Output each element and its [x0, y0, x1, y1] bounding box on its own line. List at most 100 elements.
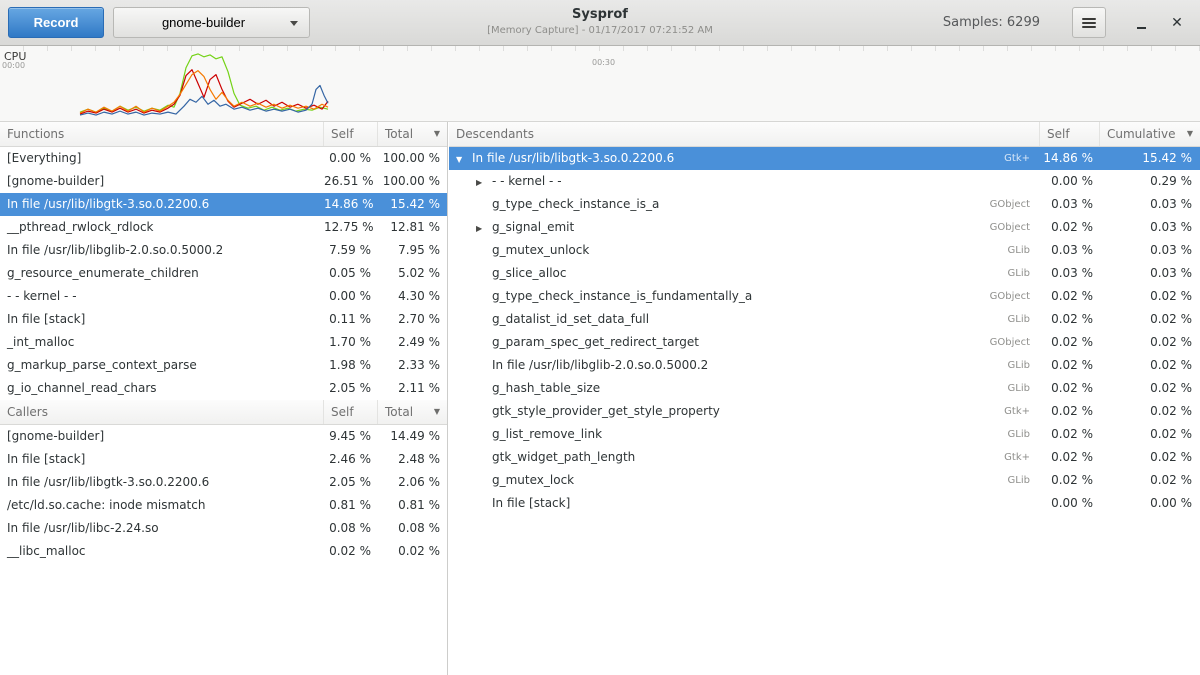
cell-self-percent: 12.75 %: [324, 216, 378, 239]
close-button[interactable]: ✕: [1166, 12, 1188, 34]
functions-row[interactable]: - - kernel - -0.00 %4.30 %: [0, 285, 447, 308]
descendant-name-label: - - kernel - -: [492, 174, 562, 188]
descendants-row[interactable]: g_type_check_instance_is_aGObject0.03 %0…: [449, 193, 1200, 216]
callers-row[interactable]: In file /usr/lib/libgtk-3.so.0.2200.62.0…: [0, 471, 447, 494]
cell-descendant-name: g_mutex_unlock: [449, 239, 976, 262]
descendants-row[interactable]: g_datalist_id_set_data_fullGLib0.02 %0.0…: [449, 308, 1200, 331]
cell-total-percent: 0.81 %: [378, 494, 447, 517]
descendants-row[interactable]: g_slice_allocGLib0.03 %0.03 %: [449, 262, 1200, 285]
cell-self-percent: 0.00 %: [1040, 492, 1100, 515]
descendants-row[interactable]: g_type_check_instance_is_fundamentally_a…: [449, 285, 1200, 308]
cell-descendant-name: g_type_check_instance_is_fundamentally_a: [449, 285, 976, 308]
cell-library-label: Gtk+: [976, 400, 1040, 423]
descendants-row[interactable]: g_list_remove_linkGLib0.02 %0.02 %: [449, 423, 1200, 446]
descendants-row[interactable]: In file /usr/lib/libglib-2.0.so.0.5000.2…: [449, 354, 1200, 377]
cell-cumulative-percent: 0.02 %: [1100, 331, 1200, 354]
descendants-row[interactable]: ▶- - kernel - -0.00 %0.29 %: [449, 170, 1200, 193]
cell-total-percent: 2.33 %: [378, 354, 447, 377]
callers-row[interactable]: /etc/ld.so.cache: inode mismatch0.81 %0.…: [0, 494, 447, 517]
cell-cumulative-percent: 0.02 %: [1100, 400, 1200, 423]
cell-self-percent: 2.46 %: [324, 448, 378, 471]
functions-row[interactable]: g_markup_parse_context_parse1.98 %2.33 %: [0, 354, 447, 377]
collapse-icon[interactable]: ▼: [456, 148, 472, 170]
functions-self-column-header[interactable]: Self: [324, 122, 378, 146]
descendants-pane: Descendants Self Cumulative ▼ ▼In file /…: [449, 122, 1200, 675]
cell-total-percent: 14.49 %: [378, 425, 447, 448]
cell-function-name: g_io_channel_read_chars: [0, 377, 324, 400]
cell-self-percent: 0.02 %: [324, 540, 378, 563]
cell-cumulative-percent: 0.02 %: [1100, 423, 1200, 446]
samples-count: Samples: 6299: [943, 15, 1040, 30]
cell-library-label: GObject: [976, 216, 1040, 239]
cell-cumulative-percent: 0.00 %: [1100, 492, 1200, 515]
descendants-row[interactable]: g_mutex_lockGLib0.02 %0.02 %: [449, 469, 1200, 492]
functions-row[interactable]: In file [stack]0.11 %2.70 %: [0, 308, 447, 331]
cell-function-name: - - kernel - -: [0, 285, 324, 308]
callers-total-column-header[interactable]: Total ▼: [378, 400, 447, 424]
functions-row[interactable]: g_resource_enumerate_children0.05 %5.02 …: [0, 262, 447, 285]
descendants-row[interactable]: gtk_widget_path_lengthGtk+0.02 %0.02 %: [449, 446, 1200, 469]
cell-descendant-name: gtk_style_provider_get_style_property: [449, 400, 976, 423]
descendants-row[interactable]: g_mutex_unlockGLib0.03 %0.03 %: [449, 239, 1200, 262]
cell-function-name: [gnome-builder]: [0, 425, 324, 448]
callers-self-column-header[interactable]: Self: [324, 400, 378, 424]
cell-total-percent: 15.42 %: [378, 193, 447, 216]
sort-indicator-icon: ▼: [1187, 122, 1193, 146]
descendants-column-header[interactable]: Descendants: [449, 122, 1040, 146]
cell-self-percent: 0.81 %: [324, 494, 378, 517]
cell-self-percent: 0.02 %: [1040, 216, 1100, 239]
callers-row[interactable]: In file [stack]2.46 %2.48 %: [0, 448, 447, 471]
cpu-graph-area[interactable]: CPU 00:00 00:30: [0, 46, 1200, 122]
cell-total-percent: 100.00 %: [378, 170, 447, 193]
descendants-row[interactable]: g_hash_table_sizeGLib0.02 %0.02 %: [449, 377, 1200, 400]
cell-library-label: GLib: [976, 423, 1040, 446]
descendants-row[interactable]: In file [stack]0.00 %0.00 %: [449, 492, 1200, 515]
callers-column-header[interactable]: Callers: [0, 400, 324, 424]
callers-row[interactable]: In file /usr/lib/libc-2.24.so0.08 %0.08 …: [0, 517, 447, 540]
cell-descendant-name: ▶g_signal_emit: [449, 216, 976, 239]
cell-self-percent: 0.02 %: [1040, 354, 1100, 377]
process-selector-dropdown[interactable]: gnome-builder: [113, 7, 310, 38]
descendants-cumulative-column-header[interactable]: Cumulative ▼: [1100, 122, 1200, 146]
descendant-name-label: g_type_check_instance_is_fundamentally_a: [492, 289, 752, 303]
descendants-row[interactable]: ▶g_signal_emitGObject0.02 %0.03 %: [449, 216, 1200, 239]
callers-table-header: Callers Self Total ▼: [0, 400, 447, 425]
cell-function-name: __libc_malloc: [0, 540, 324, 563]
cell-library-label: GLib: [976, 262, 1040, 285]
sort-indicator-icon: ▼: [434, 400, 440, 424]
functions-column-header[interactable]: Functions: [0, 122, 324, 146]
cell-self-percent: 0.02 %: [1040, 469, 1100, 492]
expand-icon[interactable]: ▶: [476, 171, 492, 193]
cell-self-percent: 0.00 %: [324, 285, 378, 308]
functions-row[interactable]: __pthread_rwlock_rdlock12.75 %12.81 %: [0, 216, 447, 239]
functions-row[interactable]: _int_malloc1.70 %2.49 %: [0, 331, 447, 354]
cell-cumulative-percent: 0.02 %: [1100, 285, 1200, 308]
functions-row[interactable]: [Everything]0.00 %100.00 %: [0, 147, 447, 170]
descendants-row[interactable]: ▼In file /usr/lib/libgtk-3.so.0.2200.6Gt…: [449, 147, 1200, 170]
descendants-row[interactable]: g_param_spec_get_redirect_targetGObject0…: [449, 331, 1200, 354]
menu-button[interactable]: [1072, 7, 1106, 38]
cell-descendant-name: g_list_remove_link: [449, 423, 976, 446]
cell-function-name: g_markup_parse_context_parse: [0, 354, 324, 377]
functions-total-column-header[interactable]: Total ▼: [378, 122, 447, 146]
functions-row[interactable]: g_io_channel_read_chars2.05 %2.11 %: [0, 377, 447, 400]
functions-row[interactable]: [gnome-builder]26.51 %100.00 %: [0, 170, 447, 193]
functions-row[interactable]: In file /usr/lib/libgtk-3.so.0.2200.614.…: [0, 193, 447, 216]
cell-function-name: g_resource_enumerate_children: [0, 262, 324, 285]
descendants-row[interactable]: gtk_style_provider_get_style_propertyGtk…: [449, 400, 1200, 423]
record-button[interactable]: Record: [8, 7, 104, 38]
cell-cumulative-percent: 0.02 %: [1100, 469, 1200, 492]
cell-function-name: [Everything]: [0, 147, 324, 170]
expand-icon[interactable]: ▶: [476, 217, 492, 239]
cell-function-name: In file [stack]: [0, 448, 324, 471]
minimize-button[interactable]: [1130, 12, 1152, 34]
cell-total-percent: 12.81 %: [378, 216, 447, 239]
cell-total-percent: 2.48 %: [378, 448, 447, 471]
descendants-self-column-header[interactable]: Self: [1040, 122, 1100, 146]
cell-self-percent: 14.86 %: [324, 193, 378, 216]
functions-row[interactable]: In file /usr/lib/libglib-2.0.so.0.5000.2…: [0, 239, 447, 262]
callers-row[interactable]: [gnome-builder]9.45 %14.49 %: [0, 425, 447, 448]
callers-row[interactable]: __libc_malloc0.02 %0.02 %: [0, 540, 447, 563]
cell-descendant-name: g_type_check_instance_is_a: [449, 193, 976, 216]
descendant-name-label: g_slice_alloc: [492, 266, 566, 280]
